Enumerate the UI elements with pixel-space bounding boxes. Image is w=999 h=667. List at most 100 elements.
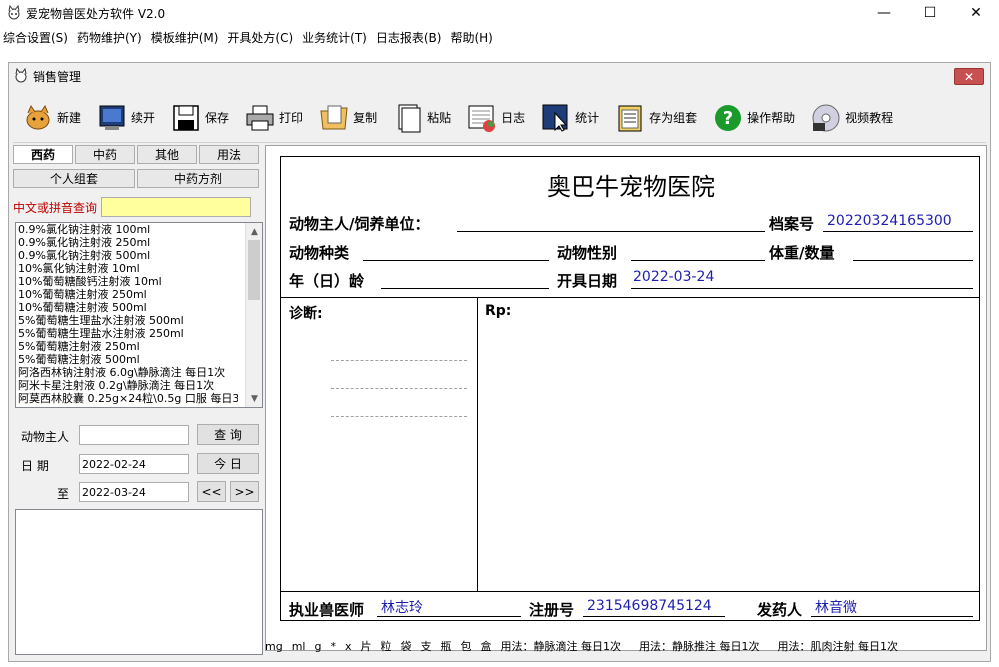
- quick-insert-item[interactable]: 盒: [480, 638, 491, 654]
- quick-insert-bar: mg ml g * x 片粒袋支瓶包盒用法：静脉滴注 每日1次 用法：静脉推注 每日1次 用法…: [265, 635, 987, 657]
- continue-button[interactable]: 续开: [87, 98, 161, 138]
- quick-insert-item[interactable]: 瓶: [440, 638, 451, 654]
- menu-drugs[interactable]: 药物维护(Y): [74, 29, 148, 46]
- paste-icon: [398, 104, 421, 132]
- sex-line[interactable]: [631, 260, 765, 261]
- stats-button[interactable]: 统计: [531, 98, 605, 138]
- quick-insert-item[interactable]: 支: [420, 638, 431, 654]
- owner-field-line[interactable]: [457, 231, 765, 232]
- menu-stats[interactable]: 业务统计(T): [299, 29, 373, 46]
- prev-button[interactable]: <<: [197, 481, 226, 502]
- drug-list-item[interactable]: 阿洛西林钠注射液 6.0g\静脉滴注 每日1次: [16, 366, 238, 379]
- query-button[interactable]: 查 询: [197, 424, 259, 445]
- rp-area[interactable]: [478, 298, 979, 590]
- drug-list-item[interactable]: 阿莫西林胶囊 0.25g×24粒\0.5g 口服 每日3: [16, 392, 238, 405]
- print-button[interactable]: 打印: [235, 98, 309, 138]
- quick-insert-item[interactable]: ml: [292, 640, 306, 653]
- menu-help[interactable]: 帮助(H): [447, 29, 498, 46]
- diagnosis-area[interactable]: [281, 298, 477, 590]
- date-to-input[interactable]: 2022-03-24: [79, 482, 189, 502]
- left-panel: 西药 中药 其他 用法 个人组套 中药方剂 中文或拼音查询 0.9%氯化钠注射液…: [13, 145, 263, 657]
- log-button[interactable]: 日志: [457, 98, 531, 138]
- save-as-set-button[interactable]: 存为组套: [605, 98, 703, 138]
- registration-value: 23154698745124: [587, 598, 712, 614]
- cat-icon: [15, 68, 27, 83]
- owner-label: 动物主人: [21, 430, 70, 444]
- issue-date-value: 2022-03-24: [633, 269, 715, 285]
- tab-usage[interactable]: 用法: [199, 145, 259, 164]
- quick-insert-item[interactable]: 袋: [400, 638, 411, 654]
- today-button[interactable]: 今 日: [197, 453, 259, 474]
- tab-personal-sets[interactable]: 个人组套: [13, 169, 135, 188]
- species-label: 动物种类: [289, 244, 350, 262]
- category-tabs: 西药 中药 其他 用法: [13, 145, 261, 165]
- result-list[interactable]: [15, 509, 263, 655]
- help-button[interactable]: ? 操作帮助: [703, 98, 801, 138]
- maximize-button[interactable]: ☐: [907, 0, 953, 26]
- owner-input[interactable]: [79, 425, 189, 445]
- owner-field-label: 动物主人/饲养单位：: [289, 215, 430, 233]
- quick-insert-item[interactable]: 用法：静脉滴注 每日1次: [500, 638, 621, 654]
- next-button[interactable]: >>: [230, 481, 259, 502]
- sales-window-close-button[interactable]: ✕: [954, 68, 984, 85]
- video-tutorial-button[interactable]: 视频教程: [801, 98, 899, 138]
- copy-button[interactable]: 复制: [309, 98, 383, 138]
- drug-list-item[interactable]: 0.9%氯化钠注射液 100ml: [16, 223, 238, 236]
- quick-insert-item[interactable]: 片: [360, 638, 371, 654]
- scroll-thumb[interactable]: [248, 240, 260, 300]
- scroll-down-icon[interactable]: ▼: [246, 390, 262, 407]
- date-to-label: 至: [57, 487, 70, 501]
- quick-insert-item[interactable]: x: [345, 640, 352, 653]
- quick-insert-item[interactable]: g: [314, 640, 321, 653]
- tab-western-medicine[interactable]: 西药: [13, 145, 73, 164]
- registration-line[interactable]: [583, 616, 725, 617]
- menu-prescribe[interactable]: 开具处方(C): [224, 29, 299, 46]
- drug-list-item[interactable]: 5%葡萄糖生理盐水注射液 250ml: [16, 327, 238, 340]
- drug-list-item[interactable]: 5%葡萄糖注射液 250ml: [16, 340, 238, 353]
- paste-button[interactable]: 粘贴: [383, 98, 457, 138]
- drug-list-item[interactable]: 10%葡萄糖注射液 250ml: [16, 288, 238, 301]
- vet-value: 林志玲: [381, 600, 423, 616]
- file-number-value: 20220324165300: [827, 213, 952, 229]
- drug-list-item[interactable]: 10%葡萄糖注射液 500ml: [16, 301, 238, 314]
- menu-reports[interactable]: 日志报表(B): [373, 29, 448, 46]
- drug-list-item[interactable]: 0.9%氯化钠注射液 500ml: [16, 249, 238, 262]
- search-input[interactable]: [101, 197, 251, 217]
- drug-list-item[interactable]: 10%葡萄糖酸钙注射液 10ml: [16, 275, 238, 288]
- tab-chinese-formulas[interactable]: 中药方剂: [137, 169, 259, 188]
- quick-insert-item[interactable]: 粒: [380, 638, 391, 654]
- quick-insert-item[interactable]: *: [330, 640, 336, 653]
- prescription-form: 奥巴牛宠物医院 动物主人/饲养单位： 档案号 20220324165300 动物…: [280, 156, 980, 621]
- age-line[interactable]: [381, 288, 549, 289]
- drug-list[interactable]: 0.9%氯化钠注射液 100ml 0.9%氯化钠注射液 250ml 0.9%氯化钠注…: [15, 222, 263, 408]
- drug-list-item[interactable]: 5%葡萄糖注射液 500ml: [16, 353, 238, 366]
- minimize-button[interactable]: —: [861, 0, 907, 26]
- age-label: 年（日）龄: [289, 272, 365, 290]
- tab-chinese-medicine[interactable]: 中药: [75, 145, 135, 164]
- issue-date-line[interactable]: [631, 288, 973, 289]
- drug-list-scrollbar[interactable]: ▲ ▼: [245, 223, 262, 407]
- file-number-label: 档案号: [769, 215, 815, 233]
- new-button[interactable]: 新建: [13, 98, 87, 138]
- date-from-input[interactable]: 2022-02-24: [79, 454, 189, 474]
- weight-line[interactable]: [853, 260, 973, 261]
- quick-insert-item[interactable]: 用法：肌肉注射 每日1次: [777, 638, 898, 654]
- drug-list-item[interactable]: 0.9%氯化钠注射液 250ml: [16, 236, 238, 249]
- search-row: 中文或拼音查询: [13, 196, 261, 218]
- dispenser-value: 林音微: [815, 600, 857, 616]
- menu-settings[interactable]: 综合设置(S): [0, 29, 74, 46]
- drug-list-item[interactable]: 阿米卡星注射液 0.2g\静脉滴注 每日1次: [16, 379, 238, 392]
- quick-insert-item[interactable]: 用法：静脉推注 每日1次: [639, 638, 760, 654]
- quick-insert-item[interactable]: 包: [460, 638, 471, 654]
- menu-templates[interactable]: 模板维护(M): [148, 29, 225, 46]
- scroll-up-icon[interactable]: ▲: [246, 223, 262, 240]
- close-button[interactable]: ✕: [953, 0, 999, 26]
- drug-list-item[interactable]: 10%氯化钠注射液 10ml: [16, 262, 238, 275]
- save-button[interactable]: 保存: [161, 98, 235, 138]
- species-line[interactable]: [363, 260, 549, 261]
- print-icon: [246, 105, 274, 130]
- file-number-line[interactable]: [823, 231, 973, 232]
- drug-list-item[interactable]: 5%葡萄糖生理盐水注射液 500ml: [16, 314, 238, 327]
- quick-insert-item[interactable]: mg: [265, 640, 283, 653]
- tab-other[interactable]: 其他: [137, 145, 197, 164]
